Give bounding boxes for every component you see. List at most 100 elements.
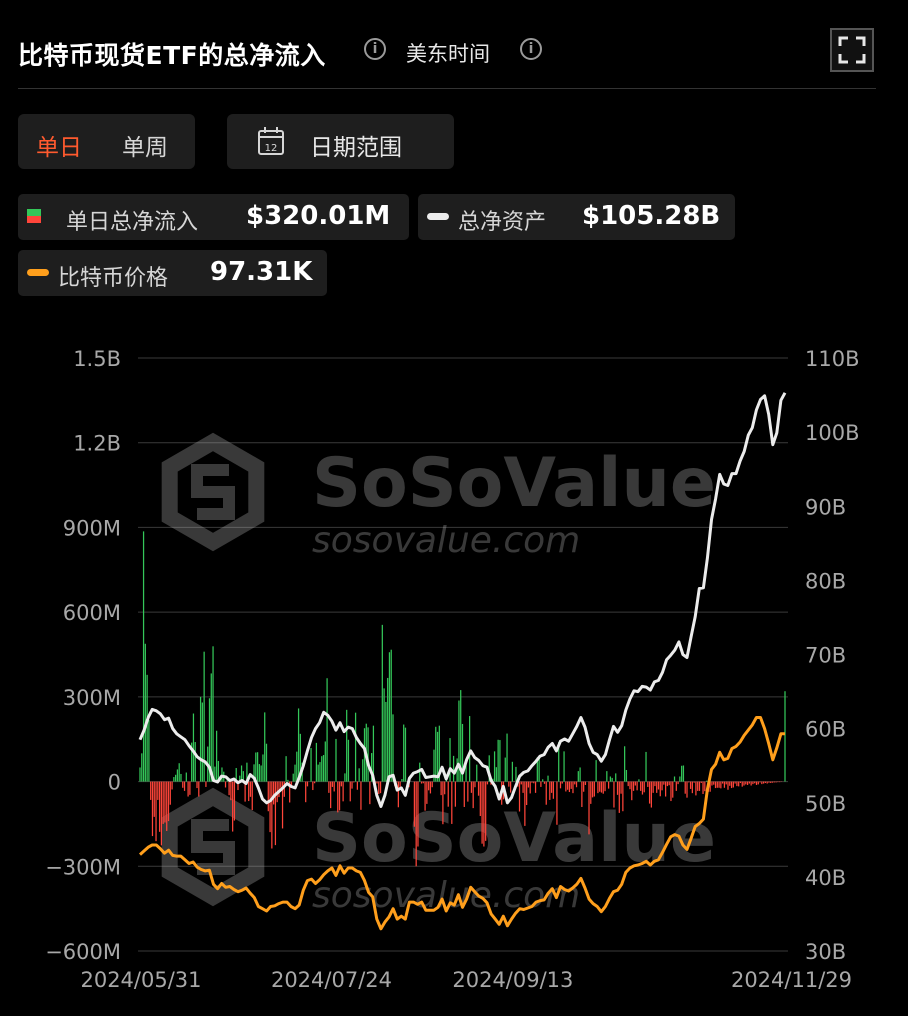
outflow-bar [182, 782, 183, 788]
outflow-bar [481, 782, 482, 844]
inflow-bar [679, 776, 680, 781]
outflow-bar [704, 782, 705, 792]
outflow-bar [464, 782, 465, 807]
sosovalue-watermark: SoSoValuesosovalue.com [170, 442, 716, 561]
outflow-bar [692, 782, 693, 794]
inflow-bar [403, 725, 404, 782]
legend-net-inflow[interactable]: 单日总净流入 $320.01M [18, 194, 409, 240]
inflow-bar [202, 703, 203, 782]
tab-weekly[interactable]: 单周 [122, 128, 168, 162]
inflow-bar [261, 765, 262, 781]
outflow-bar [376, 782, 377, 784]
outflow-bar [775, 782, 776, 783]
inflow-bar [499, 740, 500, 782]
outflow-bar [474, 782, 475, 788]
outflow-bar [519, 782, 520, 812]
left-tick-label: 300M [63, 686, 121, 710]
tab-daily[interactable]: 单日 [36, 128, 82, 162]
outflow-bar [701, 782, 702, 783]
outflow-bar [184, 782, 185, 791]
outflow-bar [273, 782, 274, 805]
outflow-bar [629, 782, 630, 790]
outflow-bar [526, 782, 527, 805]
outflow-bar [779, 782, 780, 783]
outflow-bar [487, 782, 488, 785]
outflow-bar [718, 782, 719, 788]
inflow-bar [221, 767, 222, 781]
outflow-bar [280, 782, 281, 788]
inflow-bar [435, 727, 436, 782]
outflow-bar [485, 782, 486, 841]
outflow-bar [722, 782, 723, 784]
outflow-bar [353, 782, 354, 783]
outflow-swatch [27, 216, 41, 223]
outflow-bar [736, 782, 737, 787]
outflow-bar [205, 782, 206, 787]
inflow-bar [453, 756, 454, 782]
outflow-bar [699, 782, 700, 791]
outflow-bar [585, 782, 586, 785]
outflow-bar [608, 782, 609, 789]
inflow-bar [494, 751, 495, 781]
outflow-bar [751, 782, 752, 786]
inflow-bar [405, 728, 406, 782]
info-icon[interactable]: i [364, 38, 386, 60]
outflow-bar [777, 782, 778, 783]
outflow-bar [307, 782, 308, 787]
outflow-bar [590, 782, 591, 804]
outflow-bar [230, 782, 231, 801]
inflow-bar [383, 688, 384, 781]
outflow-bar [378, 782, 379, 794]
outflow-bar [685, 782, 686, 794]
outflow-bar [417, 782, 418, 847]
outflow-bar [531, 782, 532, 783]
outflow-bar [690, 782, 691, 789]
inflow-bar [784, 691, 785, 781]
outflow-bar [619, 782, 620, 813]
legend-btc-price[interactable]: 比特币价格 97.31K [18, 250, 327, 296]
inflow-bar [259, 764, 260, 782]
outflow-bar [713, 782, 714, 785]
outflow-bar [168, 782, 169, 822]
outflow-bar [314, 782, 315, 784]
outflow-bar [702, 782, 703, 794]
outflow-bar [398, 782, 399, 808]
outflow-bar [715, 782, 716, 788]
outflow-bar [528, 782, 529, 788]
outflow-bar [567, 782, 568, 790]
inflow-bar [195, 742, 196, 782]
right-tick-label: 60B [805, 718, 846, 742]
fullscreen-button[interactable] [830, 28, 874, 72]
outflow-bar [357, 782, 358, 790]
outflow-bar [599, 782, 600, 792]
outflow-bar [734, 782, 735, 784]
outflow-bar [752, 782, 753, 785]
outflow-bar [649, 782, 650, 804]
outflow-bar [248, 782, 249, 801]
outflow-bar [426, 782, 427, 804]
outflow-bar [510, 782, 511, 793]
outflow-bar [535, 782, 536, 793]
timezone-info-icon[interactable]: i [520, 38, 542, 60]
outflow-bar [628, 782, 629, 787]
date-range-button[interactable]: 12 日期范围 [227, 114, 454, 169]
legend-net-assets-value: $105.28B [582, 201, 720, 231]
outflow-bar [549, 782, 550, 800]
outflow-bar [747, 782, 748, 785]
outflow-bar [640, 782, 641, 791]
inflow-bar [177, 769, 178, 781]
outflow-bar [644, 782, 645, 793]
calendar-icon: 12 [257, 126, 285, 156]
outflow-bar [601, 782, 602, 793]
inflow-bar [355, 713, 356, 782]
outflow-bar [455, 782, 456, 807]
header-divider [18, 88, 876, 89]
outflow-bar [533, 782, 534, 784]
outflow-bar [663, 782, 664, 785]
interval-toggle: 单日 单周 [18, 114, 195, 169]
legend-net-assets[interactable]: 总净资产 $105.28B [418, 194, 735, 240]
left-tick-label: 900M [63, 516, 121, 540]
inflow-bar [645, 752, 646, 782]
outflow-bar [473, 782, 474, 809]
outflow-bar [581, 782, 582, 807]
